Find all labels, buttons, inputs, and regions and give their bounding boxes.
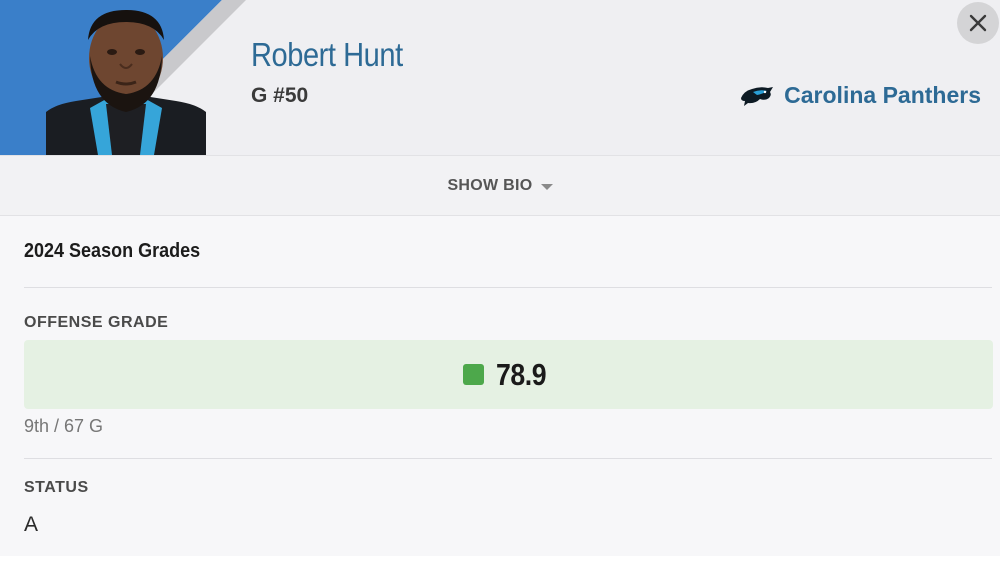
divider [24,458,992,459]
player-name: Robert Hunt [251,36,403,73]
player-position-number: G #50 [251,84,309,107]
divider [24,287,992,288]
panthers-logo-icon [741,86,774,106]
offense-grade-rank: 9th / 67 G [24,416,104,436]
grade-status-indicator [462,364,484,385]
player-photo [46,10,206,155]
team-name: Carolina Panthers [784,82,981,108]
offense-grade-label: OFFENSE GRADE [24,314,169,331]
show-bio-label: SHOW BIO [447,176,533,194]
player-card: Robert Hunt G #50 Carolina Panthers SHOW… [0,0,1000,575]
offense-grade-value: 78.9 [495,356,547,392]
chevron-down-icon [540,183,553,190]
card-bottom-edge [0,556,1000,575]
season-grades-title: 2024 Season Grades [24,240,201,262]
status-value: A [24,513,39,536]
player-header: Robert Hunt G #50 Carolina Panthers [0,0,1000,155]
show-bio-button[interactable]: SHOW BIO [0,155,1000,216]
status-label: STATUS [24,479,89,496]
close-button[interactable] [957,2,999,44]
team-link[interactable]: Carolina Panthers [740,82,981,109]
close-icon [969,14,987,32]
offense-grade-box: 78.9 [24,340,993,409]
